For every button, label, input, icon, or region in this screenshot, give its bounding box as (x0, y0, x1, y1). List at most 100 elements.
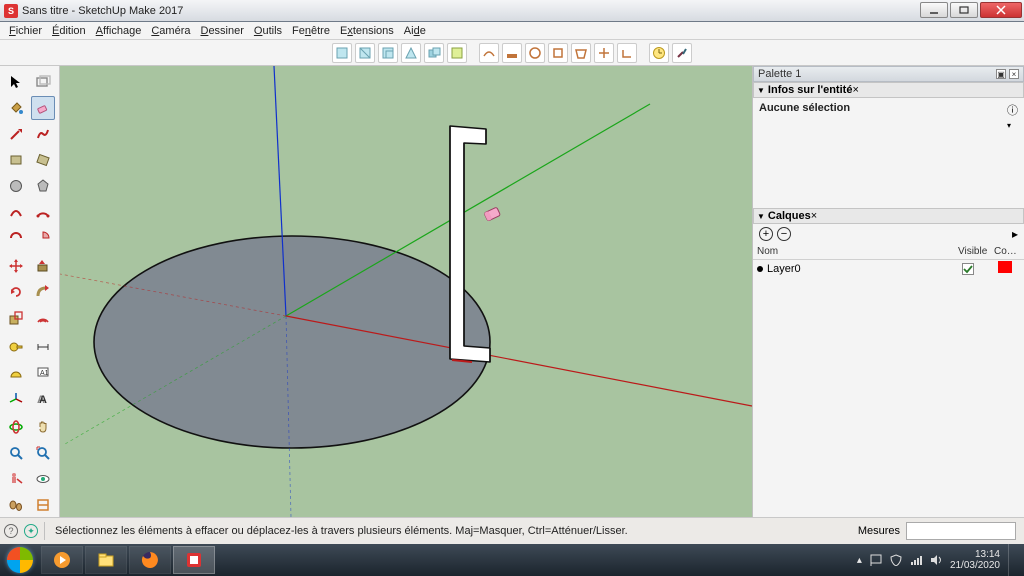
task-media-player[interactable] (41, 546, 83, 574)
position-camera-tool[interactable] (4, 467, 28, 491)
freehand-tool[interactable] (31, 122, 55, 146)
sandbox-contour-icon[interactable] (479, 43, 499, 63)
preferences-icon[interactable] (672, 43, 692, 63)
col-name[interactable]: Nom (757, 246, 958, 257)
zoom-extents-tool[interactable] (31, 441, 55, 465)
tray-shield-icon[interactable] (890, 554, 902, 566)
sandbox-drape-icon[interactable] (571, 43, 591, 63)
tray-up-icon[interactable]: ▴ (857, 555, 862, 566)
tool-palette: A1 AA (0, 66, 60, 517)
col-color[interactable]: Co… (994, 246, 1020, 257)
dimension-tool[interactable] (31, 335, 55, 359)
menu-fichier[interactable]: Fichier (6, 24, 45, 38)
solid-intersect-icon[interactable] (378, 43, 398, 63)
pushpull-tool[interactable] (31, 254, 55, 278)
close-button[interactable] (980, 2, 1022, 18)
task-explorer[interactable] (85, 546, 127, 574)
solid-trim-icon[interactable] (401, 43, 421, 63)
entity-panel-title: Infos sur l'entité (768, 84, 853, 96)
arc3-tool[interactable] (4, 226, 28, 250)
taskbar-clock[interactable]: 13:14 21/03/2020 (950, 549, 1000, 572)
remove-layer-button[interactable]: − (777, 227, 791, 241)
3dtext-tool[interactable]: AA (31, 387, 55, 411)
show-desktop-button[interactable] (1008, 544, 1018, 576)
text-tool[interactable]: A1 (31, 361, 55, 385)
line-tool[interactable] (4, 122, 28, 146)
sandbox-stamp-icon[interactable] (548, 43, 568, 63)
entity-panel-body: Aucune sélection (753, 98, 1001, 118)
menu-fenetre[interactable]: Fenêtre (289, 24, 333, 38)
user-icon[interactable]: ✦ (24, 524, 38, 538)
tray-flag-icon[interactable] (870, 554, 882, 566)
layers-menu-icon[interactable]: ▸ (1012, 227, 1018, 241)
followme-tool[interactable] (31, 280, 55, 304)
protractor-tool[interactable] (4, 361, 28, 385)
tray-close-icon[interactable]: × (1009, 69, 1019, 79)
menu-affichage[interactable]: Affichage (93, 24, 145, 38)
eraser-tool[interactable] (31, 96, 55, 120)
tray-volume-icon[interactable] (930, 554, 942, 566)
solid-union-icon[interactable] (424, 43, 444, 63)
task-sketchup[interactable] (173, 546, 215, 574)
measure-label: Mesures (858, 525, 900, 537)
solid-subtract-icon[interactable] (355, 43, 375, 63)
measure-input[interactable] (906, 522, 1016, 540)
layer-row[interactable]: Layer0 (753, 260, 1024, 277)
tray-pin-icon[interactable]: ▣ (996, 69, 1006, 79)
pie-tool[interactable] (31, 226, 55, 250)
menu-dessiner[interactable]: Dessiner (197, 24, 246, 38)
pan-tool[interactable] (31, 415, 55, 439)
sandbox-flip-icon[interactable] (617, 43, 637, 63)
layer-color-swatch[interactable] (998, 261, 1012, 273)
tape-tool[interactable] (4, 335, 28, 359)
solid-add-icon[interactable] (332, 43, 352, 63)
scale-tool[interactable] (4, 306, 28, 330)
arc2-tool[interactable] (31, 200, 55, 224)
walk-tool[interactable] (4, 493, 28, 517)
tray-network-icon[interactable] (910, 554, 922, 566)
arc-tool[interactable] (4, 200, 28, 224)
minimize-button[interactable] (920, 2, 948, 18)
move-tool[interactable] (4, 254, 28, 278)
rotate-tool[interactable] (4, 280, 28, 304)
layer-visible-checkbox[interactable] (962, 263, 998, 275)
entity-info-icon[interactable]: ⓘ (1007, 102, 1018, 118)
maximize-button[interactable] (950, 2, 978, 18)
orbit-tool[interactable] (4, 415, 28, 439)
select-tool[interactable] (4, 70, 28, 94)
menu-camera[interactable]: Caméra (148, 24, 193, 38)
start-button[interactable] (0, 544, 40, 576)
solid-split-icon[interactable] (447, 43, 467, 63)
layers-panel-header[interactable]: ▼ Calques × (753, 208, 1024, 224)
menu-extensions[interactable]: Extensions (337, 24, 397, 38)
circle-tool[interactable] (4, 174, 28, 198)
sandbox-smoove-icon[interactable] (525, 43, 545, 63)
look-around-tool[interactable] (31, 467, 55, 491)
help-icon[interactable]: ? (4, 524, 18, 538)
entity-panel-close-icon[interactable]: × (852, 84, 858, 96)
sandbox-scratch-icon[interactable] (502, 43, 522, 63)
menu-aide[interactable]: Aide (401, 24, 429, 38)
entity-panel-header[interactable]: ▼ Infos sur l'entité × (753, 82, 1024, 98)
task-firefox[interactable] (129, 546, 171, 574)
section-tool[interactable] (31, 493, 55, 517)
clock-icon[interactable] (649, 43, 669, 63)
make-component-icon[interactable] (31, 70, 55, 94)
menu-outils[interactable]: Outils (251, 24, 285, 38)
offset-tool[interactable] (31, 306, 55, 330)
rectangle-tool[interactable] (4, 148, 28, 172)
windows-taskbar: ▴ 13:14 21/03/2020 (0, 544, 1024, 576)
menu-edition[interactable]: Édition (49, 24, 89, 38)
tray-title-bar[interactable]: Palette 1 ▣ × (753, 66, 1024, 82)
add-layer-button[interactable]: + (759, 227, 773, 241)
zoom-tool[interactable] (4, 441, 28, 465)
col-visible[interactable]: Visible (958, 246, 994, 257)
layers-panel-close-icon[interactable]: × (811, 210, 817, 222)
paint-bucket-tool[interactable] (4, 96, 28, 120)
sandbox-detail-icon[interactable] (594, 43, 614, 63)
3d-viewport[interactable] (60, 66, 752, 517)
polygon-tool[interactable] (31, 174, 55, 198)
rotated-rectangle-tool[interactable] (31, 148, 55, 172)
axes-tool[interactable] (4, 387, 28, 411)
entity-menu-icon[interactable]: ▾ (1007, 121, 1018, 130)
